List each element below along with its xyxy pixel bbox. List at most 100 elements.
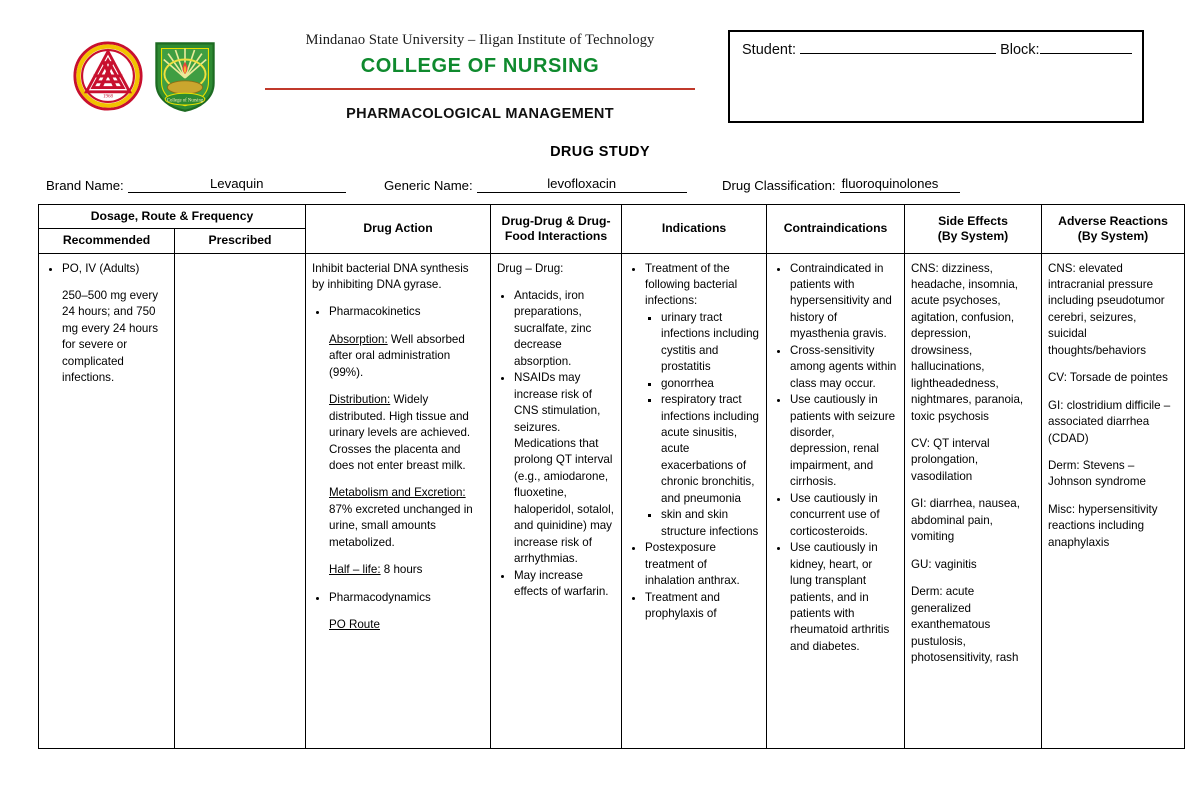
- brand-name-field-group: Brand Name: Levaquin: [46, 176, 346, 193]
- list-item: urinary tract infections including cysti…: [661, 310, 759, 376]
- drug-action-intro: Inhibit bacterial DNA synthesis by inhib…: [312, 261, 469, 291]
- header-side-effects-line1: Side Effects: [938, 213, 1008, 228]
- side-effects-gu: GU: vaginitis: [911, 557, 977, 571]
- header-drug-action: Drug Action: [305, 204, 492, 254]
- table-header-row-1: Dosage, Route & Frequency Drug Action Dr…: [37, 203, 1186, 254]
- cell-indications[interactable]: Treatment of the following bacterial inf…: [621, 252, 768, 749]
- header-adverse-line1: Adverse Reactions: [1058, 213, 1168, 228]
- pharmacokinetics-list: Pharmacokinetics: [312, 304, 483, 320]
- adverse-cv: CV: Torsade de pointes: [1048, 371, 1168, 385]
- header-side-effects: Side Effects (By System): [904, 204, 1043, 254]
- header-prescribed: Prescribed: [173, 228, 307, 254]
- student-name-field[interactable]: [800, 53, 997, 54]
- list-item: Contraindicated in patients with hyperse…: [790, 261, 897, 343]
- indications-list: Treatment of the following bacterial inf…: [628, 261, 759, 623]
- brand-name-value[interactable]: Levaquin: [127, 176, 346, 193]
- cell-adverse-reactions[interactable]: CNS: elevated intracranial pressure incl…: [1041, 252, 1186, 749]
- header-dosage-route-frequency: Dosage, Route & Frequency: [37, 203, 307, 230]
- list-item: Cross-sensitivity among agents within cl…: [790, 343, 897, 392]
- header-divider: [265, 88, 695, 90]
- document-header: 1968 College of Nursing Mindanao State U…: [0, 0, 1200, 200]
- list-item: gonorrhea: [661, 376, 759, 392]
- drug-study-table: Dosage, Route & Frequency Drug Action Dr…: [37, 203, 1186, 749]
- table-row: PO, IV (Adults) 250–500 mg every 24 hour…: [38, 252, 1186, 749]
- metabolism-paragraph: Metabolism and Excretion: 87% excreted u…: [312, 485, 483, 551]
- interactions-heading: Drug – Drug:: [497, 261, 564, 275]
- generic-name-value[interactable]: levofloxacin: [476, 176, 687, 193]
- interactions-list: Antacids, iron preparations, sucralfate,…: [497, 288, 614, 601]
- header-adverse-line2: (By System): [1077, 228, 1149, 243]
- logos-group: 1968 College of Nursing: [72, 30, 224, 122]
- list-item: Treatment and prophylaxis of: [645, 590, 759, 623]
- header-indications: Indications: [621, 204, 768, 254]
- cell-side-effects[interactable]: CNS: dizziness, headache, insomnia, acut…: [904, 252, 1043, 749]
- document-subtitle: PHARMACOLOGICAL MANAGEMENT: [346, 106, 614, 122]
- side-effects-cns: CNS: dizziness, headache, insomnia, acut…: [911, 261, 1024, 423]
- drug-classification-field-group: Drug Classification: fluoroquinolones: [722, 176, 960, 193]
- list-item: Pharmacodynamics: [329, 590, 483, 606]
- halflife-text: 8 hours: [380, 563, 423, 577]
- recommended-detail-text: 250–500 mg every 24 hours; and 750 mg ev…: [62, 288, 159, 385]
- po-route-label: PO Route: [329, 618, 380, 632]
- absorption-paragraph: Absorption: Well absorbed after oral adm…: [312, 332, 483, 381]
- cell-prescribed[interactable]: [173, 252, 307, 749]
- adverse-misc: Misc: hypersensitivity reactions includi…: [1048, 502, 1158, 549]
- drug-classification-label: Drug Classification:: [722, 178, 836, 193]
- pharmacodynamics-list: Pharmacodynamics: [312, 590, 483, 606]
- distribution-paragraph: Distribution: Widely distributed. High t…: [312, 392, 483, 474]
- list-item: Use cautiously in concurrent use of cort…: [790, 491, 897, 540]
- header-recommended: Recommended: [38, 228, 175, 254]
- student-info-box: Student: Block:: [728, 30, 1144, 123]
- list-item: PO, IV (Adults) 250–500 mg every 24 hour…: [62, 261, 167, 387]
- institution-title-block: Mindanao State University – Iligan Insti…: [240, 32, 720, 122]
- svg-text:College of Nursing: College of Nursing: [167, 98, 204, 103]
- university-name: Mindanao State University – Iligan Insti…: [305, 32, 655, 48]
- document-title: DRUG STUDY: [550, 144, 650, 160]
- side-effects-gi: GI: diarrhea, nausea, abdominal pain, vo…: [911, 497, 1020, 544]
- college-of-nursing-seal-icon: College of Nursing: [155, 42, 215, 112]
- header-interactions-line1: Drug-Drug & Drug-: [501, 213, 611, 228]
- list-item: skin and skin structure infections: [661, 507, 759, 540]
- metabolism-text: 87% excreted unchanged in urine, small a…: [329, 502, 473, 549]
- drug-identification-row: Brand Name: Levaquin Generic Name: levof…: [46, 176, 1156, 198]
- header-interactions-line2: Food Interactions: [504, 228, 608, 243]
- halflife-paragraph: Half – life: 8 hours: [312, 562, 483, 578]
- cell-drug-action[interactable]: Inhibit bacterial DNA synthesis by inhib…: [305, 252, 492, 749]
- block-field[interactable]: [1039, 53, 1132, 54]
- student-block-line: Student: Block:: [742, 42, 1132, 58]
- adverse-cns: CNS: elevated intracranial pressure incl…: [1048, 261, 1165, 357]
- header-contraindications: Contraindications: [766, 204, 906, 254]
- svg-text:1968: 1968: [103, 94, 114, 100]
- indications-sublist: urinary tract infections including cysti…: [645, 310, 759, 540]
- absorption-label: Absorption:: [329, 332, 388, 346]
- header-interactions: Drug-Drug & Drug- Food Interactions: [490, 204, 623, 254]
- generic-name-label: Generic Name:: [384, 178, 473, 193]
- recommended-list: PO, IV (Adults) 250–500 mg every 24 hour…: [45, 261, 167, 387]
- header-side-effects-line2: (By System): [937, 228, 1009, 243]
- brand-name-label: Brand Name:: [46, 178, 124, 193]
- pharmacokinetics-label: Pharmacokinetics: [329, 305, 421, 319]
- drug-classification-value[interactable]: fluoroquinolones: [839, 176, 960, 193]
- list-item: Pharmacokinetics: [329, 304, 483, 320]
- indications-item1: Treatment of the following bacterial inf…: [645, 261, 738, 308]
- block-label: Block:: [1000, 42, 1040, 58]
- cell-recommended[interactable]: PO, IV (Adults) 250–500 mg every 24 hour…: [38, 252, 175, 749]
- generic-name-field-group: Generic Name: levofloxacin: [384, 176, 687, 193]
- list-item: May increase effects of warfarin.: [514, 568, 614, 601]
- list-item: Use cautiously in kidney, heart, or lung…: [790, 540, 897, 655]
- document-page: 1968 College of Nursing Mindanao State U…: [0, 0, 1200, 785]
- metabolism-label: Metabolism and Excretion:: [329, 486, 466, 500]
- side-effects-derm: Derm: acute generalized exanthematous pu…: [911, 585, 1019, 665]
- list-item: Postexposure treatment of inhalation ant…: [645, 540, 759, 589]
- cell-interactions[interactable]: Drug – Drug: Antacids, iron preparations…: [490, 252, 623, 749]
- po-route-paragraph: PO Route: [312, 617, 483, 633]
- list-item: Antacids, iron preparations, sucralfate,…: [514, 288, 614, 370]
- adverse-gi: GI: clostridium difficile – associated d…: [1048, 398, 1171, 445]
- cell-contraindications[interactable]: Contraindicated in patients with hyperse…: [766, 252, 906, 749]
- list-item: Use cautiously in patients with seizure …: [790, 392, 897, 491]
- list-item: NSAIDs may increase risk of CNS stimulat…: [514, 370, 614, 567]
- student-label: Student:: [742, 42, 797, 58]
